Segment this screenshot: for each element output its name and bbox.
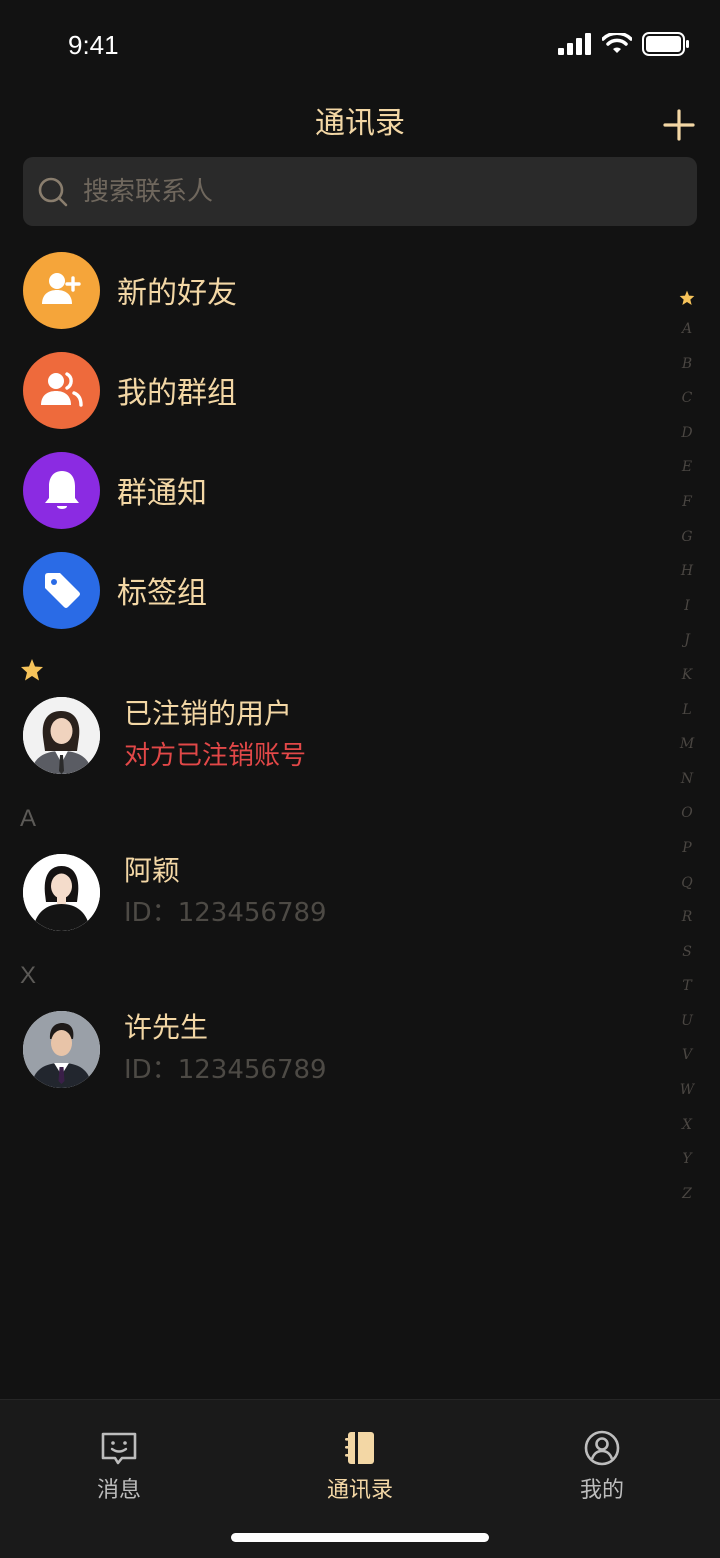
index-letter-e[interactable]: E — [682, 450, 692, 485]
tab-label: 通讯录 — [326, 1478, 393, 1503]
menu-label: 我的群组 — [117, 376, 237, 411]
index-star-icon[interactable] — [679, 290, 695, 306]
index-letter-t[interactable]: T — [682, 969, 691, 1004]
page-title: 通讯录 — [315, 106, 405, 141]
star-section-icon — [21, 659, 43, 681]
index-letter-k[interactable]: K — [682, 658, 692, 693]
contact-name: 阿颖 — [124, 854, 181, 887]
avatar — [23, 696, 100, 774]
menu-tag-groups[interactable]: 标签组 — [0, 540, 660, 640]
index-letter-c[interactable]: C — [682, 381, 693, 416]
tab-messages[interactable]: 消息 — [59, 1430, 179, 1504]
index-letter-a[interactable]: A — [682, 312, 692, 347]
index-letter-p[interactable]: P — [682, 831, 691, 866]
index-letter-m[interactable]: M — [680, 727, 694, 762]
index-letter-r[interactable]: R — [682, 900, 693, 935]
wifi-icon — [602, 33, 632, 53]
group-icon — [23, 351, 100, 429]
tab-me[interactable]: 我的 — [542, 1430, 662, 1504]
index-letter-l[interactable]: L — [682, 693, 691, 728]
menu-new-friends[interactable]: 新的好友 — [0, 240, 660, 340]
alphabet-index[interactable]: ABCDEFGHIJKLMNOPQRSTUVWXYZ — [674, 290, 700, 1211]
index-letter-w[interactable]: W — [680, 1073, 694, 1108]
index-letter-d[interactable]: D — [681, 416, 692, 451]
index-letter-y[interactable]: Y — [682, 1142, 691, 1177]
menu-label: 标签组 — [117, 576, 207, 611]
status-icons — [558, 32, 690, 56]
section-header-x: X — [20, 962, 37, 989]
search-input[interactable] — [83, 176, 643, 207]
index-letter-f[interactable]: F — [682, 485, 692, 520]
tab-label: 我的 — [579, 1478, 624, 1503]
index-letter-b[interactable]: B — [682, 347, 692, 382]
signal-icon — [558, 33, 591, 55]
function-menu: 新的好友 我的群组 群通知 标签组 — [0, 240, 660, 640]
index-letter-v[interactable]: V — [682, 1038, 692, 1073]
index-letter-n[interactable]: N — [681, 762, 693, 797]
add-friend-icon — [23, 251, 100, 329]
contact-name: 已注销的用户 — [124, 697, 293, 730]
tab-label: 消息 — [96, 1478, 141, 1503]
contact-id: ID：123456789 — [124, 898, 327, 928]
contact-row[interactable]: 许先生 ID：123456789 — [0, 1009, 660, 1089]
menu-my-groups[interactable]: 我的群组 — [0, 340, 660, 440]
avatar — [23, 1010, 100, 1088]
bell-icon — [23, 451, 100, 529]
index-letter-o[interactable]: O — [681, 796, 692, 831]
nav-bar: 通讯录 — [0, 88, 720, 152]
battery-icon — [642, 32, 689, 56]
deactivated-status: 对方已注销账号 — [124, 741, 307, 771]
menu-label: 群通知 — [117, 476, 207, 511]
message-icon — [101, 1432, 137, 1465]
tab-contacts[interactable]: 通讯录 — [300, 1430, 420, 1504]
index-letter-x[interactable]: X — [682, 1108, 692, 1143]
index-letter-u[interactable]: U — [681, 1004, 693, 1039]
home-indicator — [231, 1533, 489, 1542]
profile-icon — [584, 1430, 620, 1466]
tag-icon — [23, 551, 100, 629]
index-letter-q[interactable]: Q — [681, 866, 692, 901]
status-time: 9:41 — [68, 30, 119, 60]
status-bar: 9:41 — [0, 0, 720, 88]
contact-id: ID：123456789 — [124, 1055, 327, 1085]
contact-row[interactable]: 阿颖 ID：123456789 — [0, 852, 660, 932]
tab-bar: 消息 通讯录 我的 — [0, 1399, 720, 1558]
menu-group-notice[interactable]: 群通知 — [0, 440, 660, 540]
index-letter-s[interactable]: S — [682, 935, 692, 970]
menu-label: 新的好友 — [117, 276, 237, 311]
index-letter-j[interactable]: J — [684, 623, 690, 658]
contact-row[interactable]: 已注销的用户 对方已注销账号 — [0, 695, 660, 775]
index-letter-g[interactable]: G — [681, 520, 692, 555]
contacts-book-icon — [345, 1432, 374, 1464]
section-header-a: A — [20, 805, 37, 832]
index-letter-i[interactable]: I — [684, 589, 690, 624]
avatar — [23, 853, 100, 931]
index-letter-h[interactable]: H — [681, 554, 693, 589]
add-button[interactable] — [662, 108, 696, 142]
index-letter-z[interactable]: Z — [682, 1177, 692, 1212]
contact-name: 许先生 — [124, 1011, 209, 1044]
search-bar[interactable] — [23, 157, 697, 226]
search-icon — [38, 177, 68, 206]
